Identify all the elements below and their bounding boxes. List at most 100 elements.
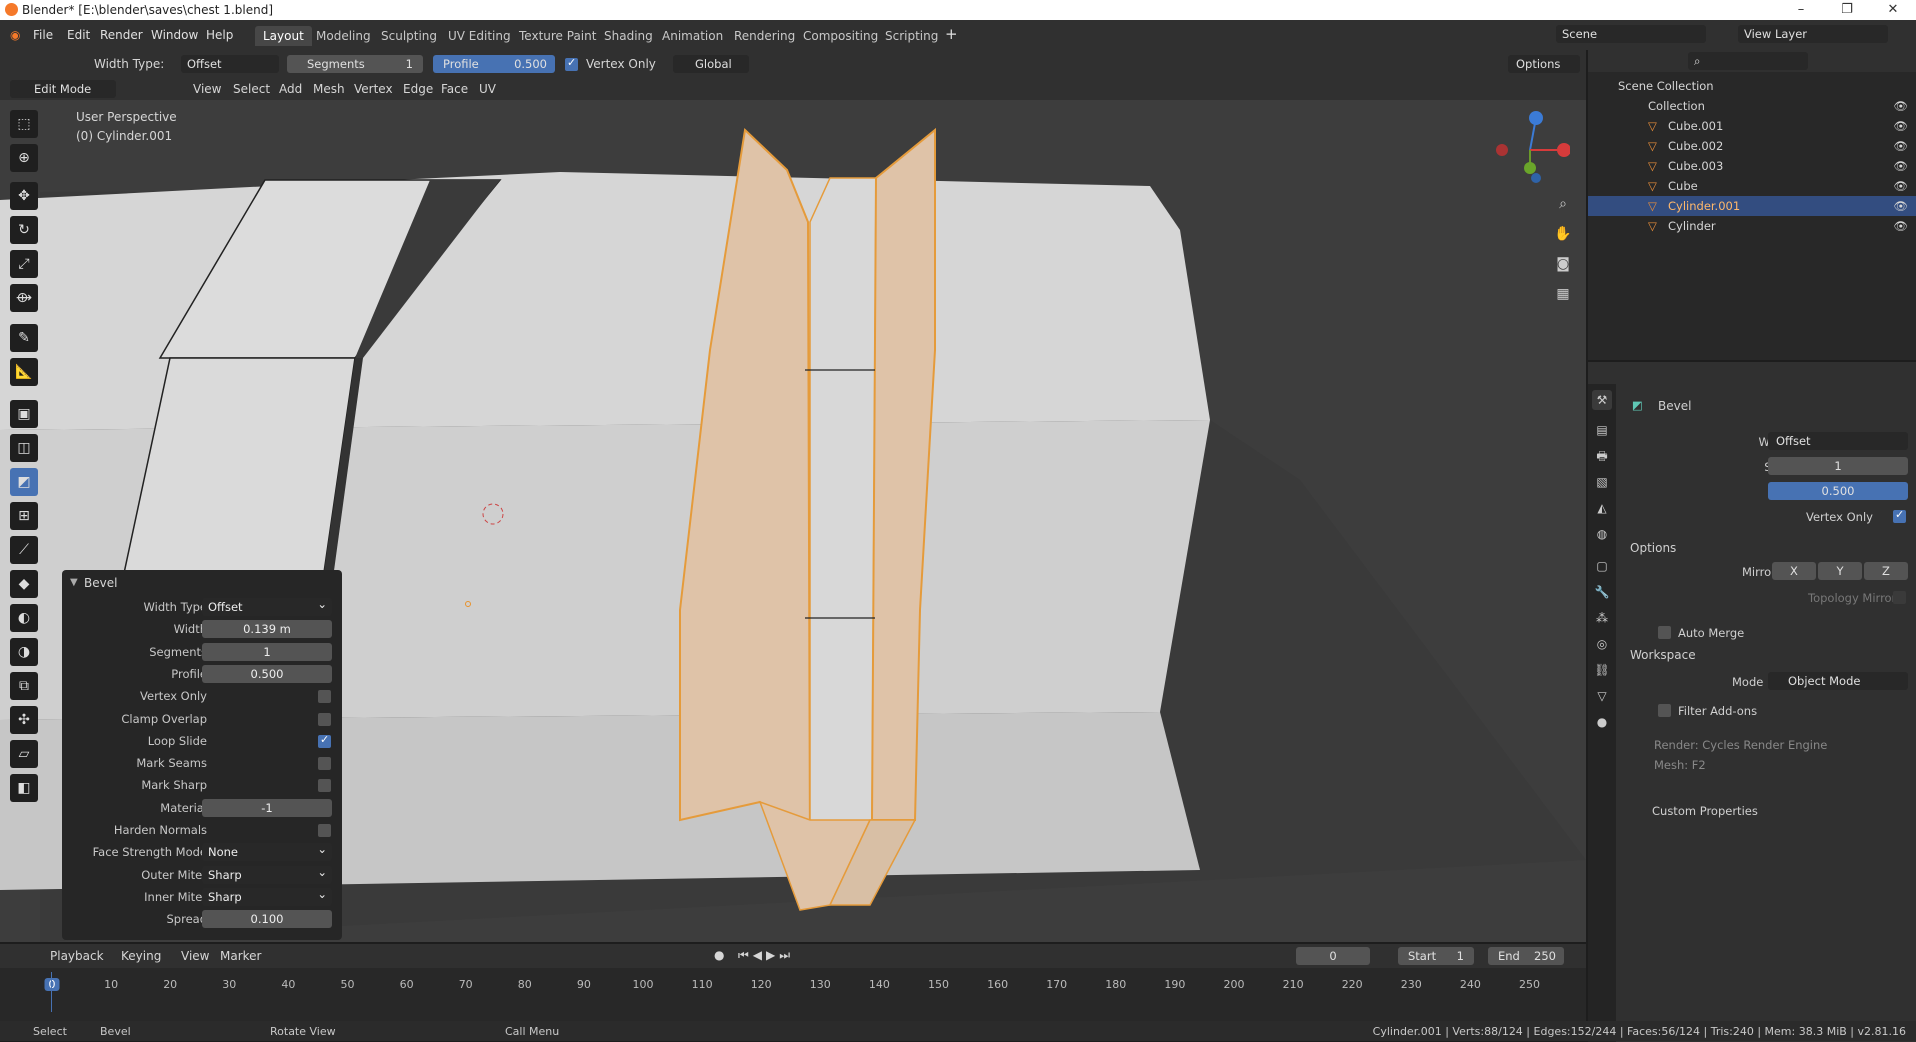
scene-collection-row[interactable]: Scene Collection xyxy=(1588,76,1916,96)
outliner-item[interactable]: ▽ Cylinder.001 👁 xyxy=(1588,196,1916,216)
shrink-fatten-icon[interactable]: ✣ xyxy=(10,706,38,734)
tab-scripting[interactable]: Scripting xyxy=(877,26,946,46)
prop-segments-field[interactable]: 1 xyxy=(1768,457,1908,475)
rip-icon[interactable]: ◧ xyxy=(10,774,38,802)
spin-icon[interactable]: ◐ xyxy=(10,604,38,632)
grid-icon[interactable]: ▦ xyxy=(1550,286,1576,312)
mirror-y-toggle[interactable]: Y xyxy=(1818,562,1862,580)
tab-shading[interactable]: Shading xyxy=(596,26,661,46)
menu-keying[interactable]: Keying xyxy=(121,949,161,963)
menu-mesh[interactable]: Mesh xyxy=(313,82,345,96)
measure-icon[interactable]: 📐 xyxy=(10,358,38,386)
visibility-eye-icon[interactable]: 👁 xyxy=(1893,96,1908,116)
operator-checkbox[interactable] xyxy=(318,690,331,704)
outliner-item[interactable]: ▽ Cylinder 👁 xyxy=(1588,216,1916,236)
menu-file[interactable]: File xyxy=(33,28,53,42)
operator-field[interactable]: 0.100 xyxy=(202,910,332,929)
prop-profile-field[interactable]: 0.500 xyxy=(1768,482,1908,500)
menu-help[interactable]: Help xyxy=(206,28,233,42)
tool-tab-icon[interactable]: ⚒ xyxy=(1592,390,1612,410)
visibility-eye-icon[interactable]: 👁 xyxy=(1893,176,1908,196)
topology-mirror-checkbox[interactable] xyxy=(1893,591,1906,604)
data-tab-icon[interactable]: ▽ xyxy=(1592,686,1612,706)
cursor-icon[interactable]: ⊕ xyxy=(10,144,38,172)
physics-tab-icon[interactable]: ◎ xyxy=(1592,634,1612,654)
operator-field[interactable]: 0.500 xyxy=(202,664,332,683)
view-layer-selector[interactable]: View Layer xyxy=(1738,25,1888,43)
operator-field[interactable]: -1 xyxy=(202,798,332,817)
operator-checkbox[interactable] xyxy=(318,712,331,726)
object-tab-icon[interactable]: ▢ xyxy=(1592,556,1612,576)
world-tab-icon[interactable]: ◍ xyxy=(1592,524,1612,544)
current-frame-field[interactable]: 0 xyxy=(1296,947,1370,965)
knife-icon[interactable]: ⟋ xyxy=(10,536,38,564)
options-dropdown[interactable]: Options xyxy=(1508,55,1580,73)
camera-icon[interactable]: ◙ xyxy=(1550,256,1576,282)
outliner-item[interactable]: ▽ Cube.001 👁 xyxy=(1588,116,1916,136)
start-frame-field[interactable]: Start 1 xyxy=(1398,947,1474,965)
custom-properties-header[interactable]: Custom Properties xyxy=(1652,804,1758,818)
operator-dropdown[interactable]: Sharp xyxy=(202,885,332,906)
operator-dropdown[interactable]: None xyxy=(202,840,332,862)
record-icon[interactable]: ● xyxy=(714,948,724,962)
select-box-icon[interactable]: ⬚ xyxy=(10,110,38,138)
operator-dropdown[interactable]: Sharp xyxy=(202,863,332,884)
bevel-tool-icon[interactable]: ◩ xyxy=(10,468,38,496)
mirror-x-toggle[interactable]: X xyxy=(1772,562,1816,580)
edge-slide-icon[interactable]: ⧉ xyxy=(10,672,38,700)
outliner-item[interactable]: ▽ Cube.002 👁 xyxy=(1588,136,1916,156)
navigation-gizmo[interactable] xyxy=(1490,108,1570,188)
prop-vertex-only-checkbox[interactable] xyxy=(1893,508,1906,523)
collapse-arrow-icon[interactable]: ▼ xyxy=(70,577,78,588)
operator-checkbox[interactable] xyxy=(318,779,331,793)
move-icon[interactable]: ✥ xyxy=(10,182,38,210)
visibility-eye-icon[interactable]: 👁 xyxy=(1893,196,1908,216)
operator-checkbox[interactable] xyxy=(318,757,331,771)
collection-row[interactable]: Collection 👁 xyxy=(1588,96,1916,116)
rotate-icon[interactable]: ↻ xyxy=(10,216,38,244)
menu-view[interactable]: View xyxy=(193,82,221,96)
operator-field[interactable]: 1 xyxy=(202,642,332,661)
scale-icon[interactable]: ⤢ xyxy=(10,250,38,278)
profile-field[interactable]: Profile 0.500 xyxy=(433,55,555,73)
blender-menu-icon[interactable]: ◉ xyxy=(10,28,20,42)
outliner-search-input[interactable]: ⌕ xyxy=(1688,52,1808,70)
segments-field[interactable]: Segments 1 xyxy=(287,55,423,73)
outliner-item[interactable]: ▽ Cube 👁 xyxy=(1588,176,1916,196)
tab-uv-editing[interactable]: UV Editing xyxy=(440,26,519,46)
menu-marker[interactable]: Marker xyxy=(220,949,261,963)
menu-uv[interactable]: UV xyxy=(479,82,496,96)
annotate-icon[interactable]: ✎ xyxy=(10,324,38,352)
menu-vertex[interactable]: Vertex xyxy=(354,82,393,96)
add-workspace-icon[interactable]: + xyxy=(945,25,958,43)
constraints-tab-icon[interactable]: ⛓ xyxy=(1592,660,1612,680)
operator-checkbox[interactable] xyxy=(318,733,331,748)
output-tab-icon[interactable]: 🖶 xyxy=(1592,446,1612,466)
menu-edge[interactable]: Edge xyxy=(403,82,433,96)
visibility-eye-icon[interactable]: 👁 xyxy=(1893,116,1908,136)
menu-face[interactable]: Face xyxy=(441,82,468,96)
zoom-icon[interactable]: ⌕ xyxy=(1550,196,1576,222)
operator-field[interactable]: 0.139 m xyxy=(202,620,332,639)
tab-animation[interactable]: Animation xyxy=(654,26,731,46)
menu-select[interactable]: Select xyxy=(233,82,270,96)
material-tab-icon[interactable]: ● xyxy=(1592,712,1612,732)
options-panel-header[interactable]: Options xyxy=(1630,541,1676,555)
mirror-z-toggle[interactable]: Z xyxy=(1864,562,1908,580)
visibility-eye-icon[interactable]: 👁 xyxy=(1893,216,1908,236)
menu-edit[interactable]: Edit xyxy=(67,28,90,42)
vertex-only-checkbox[interactable] xyxy=(565,56,578,71)
outliner-item[interactable]: ▽ Cube.003 👁 xyxy=(1588,156,1916,176)
auto-merge-checkbox[interactable] xyxy=(1658,626,1671,639)
end-frame-field[interactable]: End 250 xyxy=(1488,947,1564,965)
orientation-dropdown[interactable]: Global xyxy=(673,55,749,73)
tab-texture-paint[interactable]: Texture Paint xyxy=(511,26,604,46)
visibility-eye-icon[interactable]: 👁 xyxy=(1893,136,1908,156)
transform-icon[interactable]: ⟴ xyxy=(10,284,38,312)
close-icon[interactable]: ✕ xyxy=(1870,0,1916,20)
menu-add[interactable]: Add xyxy=(279,82,302,96)
smooth-icon[interactable]: ◑ xyxy=(10,638,38,666)
tab-rendering[interactable]: Rendering xyxy=(726,26,803,46)
render-tab-icon[interactable]: ▤ xyxy=(1592,420,1612,440)
poly-build-icon[interactable]: ◆ xyxy=(10,570,38,598)
